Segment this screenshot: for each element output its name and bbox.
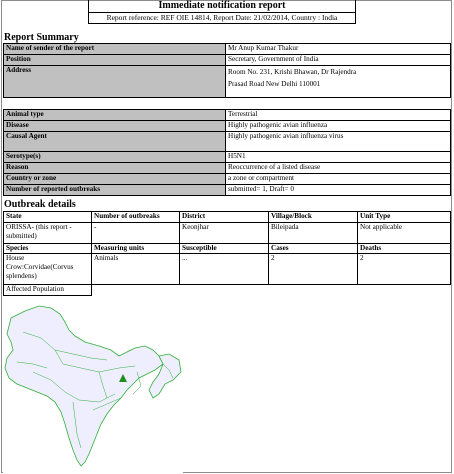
summary-value: a zone or compartment bbox=[225, 173, 451, 185]
summary-row-position: Position Secretary, Government of India bbox=[3, 54, 451, 66]
table-cell: ... bbox=[179, 253, 269, 285]
species-header-row: Species Measuring units Susceptible Case… bbox=[3, 243, 451, 254]
report-summary-table: Name of sender of the report Mr Anup Kum… bbox=[3, 43, 451, 196]
affected-population-label: Affected Population bbox=[3, 284, 92, 296]
address-line: Room No. 231, Krishi Bhawan, Dr Rajendra bbox=[228, 68, 357, 76]
address-line: Prasad Road New Delhi 110001 bbox=[228, 80, 321, 88]
summary-row-causal-agent: Causal Agent Highly pathogenic avian inf… bbox=[3, 131, 451, 152]
species-data-row: House Crow:Corvidae(Corvus splendens) An… bbox=[3, 253, 451, 285]
summary-value: H5N1 bbox=[225, 151, 451, 163]
summary-label: Serotype(s) bbox=[3, 151, 226, 163]
summary-row-sender: Name of sender of the report Mr Anup Kum… bbox=[3, 43, 451, 55]
report-reference: Report reference: REF OIE 14814, Report … bbox=[106, 13, 338, 22]
summary-row-address: Address Room No. 231, Krishi Bhawan, Dr … bbox=[3, 65, 451, 98]
summary-label: Animal type bbox=[3, 109, 226, 121]
outbreak-location-map bbox=[3, 302, 183, 473]
summary-value: Mr Anup Kumar Thakur bbox=[225, 43, 451, 55]
column-header: Susceptible bbox=[179, 243, 269, 254]
summary-value: Highly pathogenic avian influenza virus bbox=[225, 131, 451, 152]
table-cell: Animals bbox=[91, 253, 180, 285]
table-spacer bbox=[3, 97, 451, 110]
summary-label: Number of reported outbreaks bbox=[3, 184, 226, 196]
column-header: Cases bbox=[268, 243, 358, 254]
summary-label: Causal Agent bbox=[3, 131, 226, 152]
summary-label: Name of sender of the report bbox=[3, 43, 226, 55]
empty-cell bbox=[269, 285, 358, 296]
empty-cell bbox=[358, 285, 451, 296]
column-header: Village/Block bbox=[268, 211, 358, 223]
table-cell: House Crow:Corvidae(Corvus splendens) bbox=[3, 253, 92, 285]
summary-label: Position bbox=[3, 54, 226, 66]
table-cell: 2 bbox=[268, 253, 358, 285]
summary-label: Address bbox=[3, 65, 226, 98]
column-header: Number of outbreaks bbox=[91, 211, 180, 223]
summary-value: Room No. 231, Krishi Bhawan, Dr Rajendra… bbox=[225, 65, 451, 98]
table-cell: Keonjhar bbox=[179, 222, 269, 244]
column-header: State bbox=[3, 211, 92, 223]
table-cell: ORISSA- (this report - submitted) bbox=[3, 222, 92, 244]
summary-label: Disease bbox=[3, 120, 226, 132]
column-header: District bbox=[179, 211, 269, 223]
empty-cell bbox=[91, 284, 180, 296]
summary-value: Highly pathogenic avian influenza bbox=[225, 120, 451, 132]
summary-row-reason: Reason Reoccurrence of a listed disease bbox=[3, 162, 451, 174]
outbreak-table: State Number of outbreaks District Villa… bbox=[3, 211, 451, 296]
summary-value: Secretary, Government of India bbox=[225, 54, 451, 66]
table-cell: Bileipada bbox=[268, 222, 358, 244]
summary-value: Terrestrial bbox=[225, 109, 451, 121]
summary-row-country-zone: Country or zone a zone or compartment bbox=[3, 173, 451, 185]
outbreak-header-row: State Number of outbreaks District Villa… bbox=[3, 211, 451, 223]
outbreak-details-heading: Outbreak details bbox=[4, 199, 76, 210]
column-header: Species bbox=[3, 243, 92, 254]
summary-row-outbreak-count: Number of reported outbreaks submitted= … bbox=[3, 184, 451, 196]
outbreak-data-row: ORISSA- (this report - submitted) - Keon… bbox=[3, 222, 451, 244]
summary-label: Country or zone bbox=[3, 173, 226, 185]
affected-population-row: Affected Population bbox=[3, 284, 451, 296]
summary-label: Reason bbox=[3, 162, 226, 174]
summary-value: Reoccurrence of a listed disease bbox=[225, 162, 451, 174]
summary-row-serotype: Serotype(s) H5N1 bbox=[3, 151, 451, 163]
column-header: Deaths bbox=[357, 243, 451, 254]
column-header: Measuring units bbox=[91, 243, 180, 254]
summary-row-animal-type: Animal type Terrestrial bbox=[3, 109, 451, 121]
summary-row-disease: Disease Highly pathogenic avian influenz… bbox=[3, 120, 451, 132]
summary-value: submitted= 1, Draft= 0 bbox=[225, 184, 451, 196]
report-title: Immediate notification report bbox=[89, 0, 355, 13]
empty-cell bbox=[180, 285, 269, 296]
report-header: Immediate notification report Report ref… bbox=[88, 0, 356, 24]
table-cell: - bbox=[91, 222, 180, 244]
column-header: Unit Type bbox=[357, 211, 451, 223]
table-cell: 2 bbox=[357, 253, 451, 285]
table-cell: Not applicable bbox=[357, 222, 451, 244]
